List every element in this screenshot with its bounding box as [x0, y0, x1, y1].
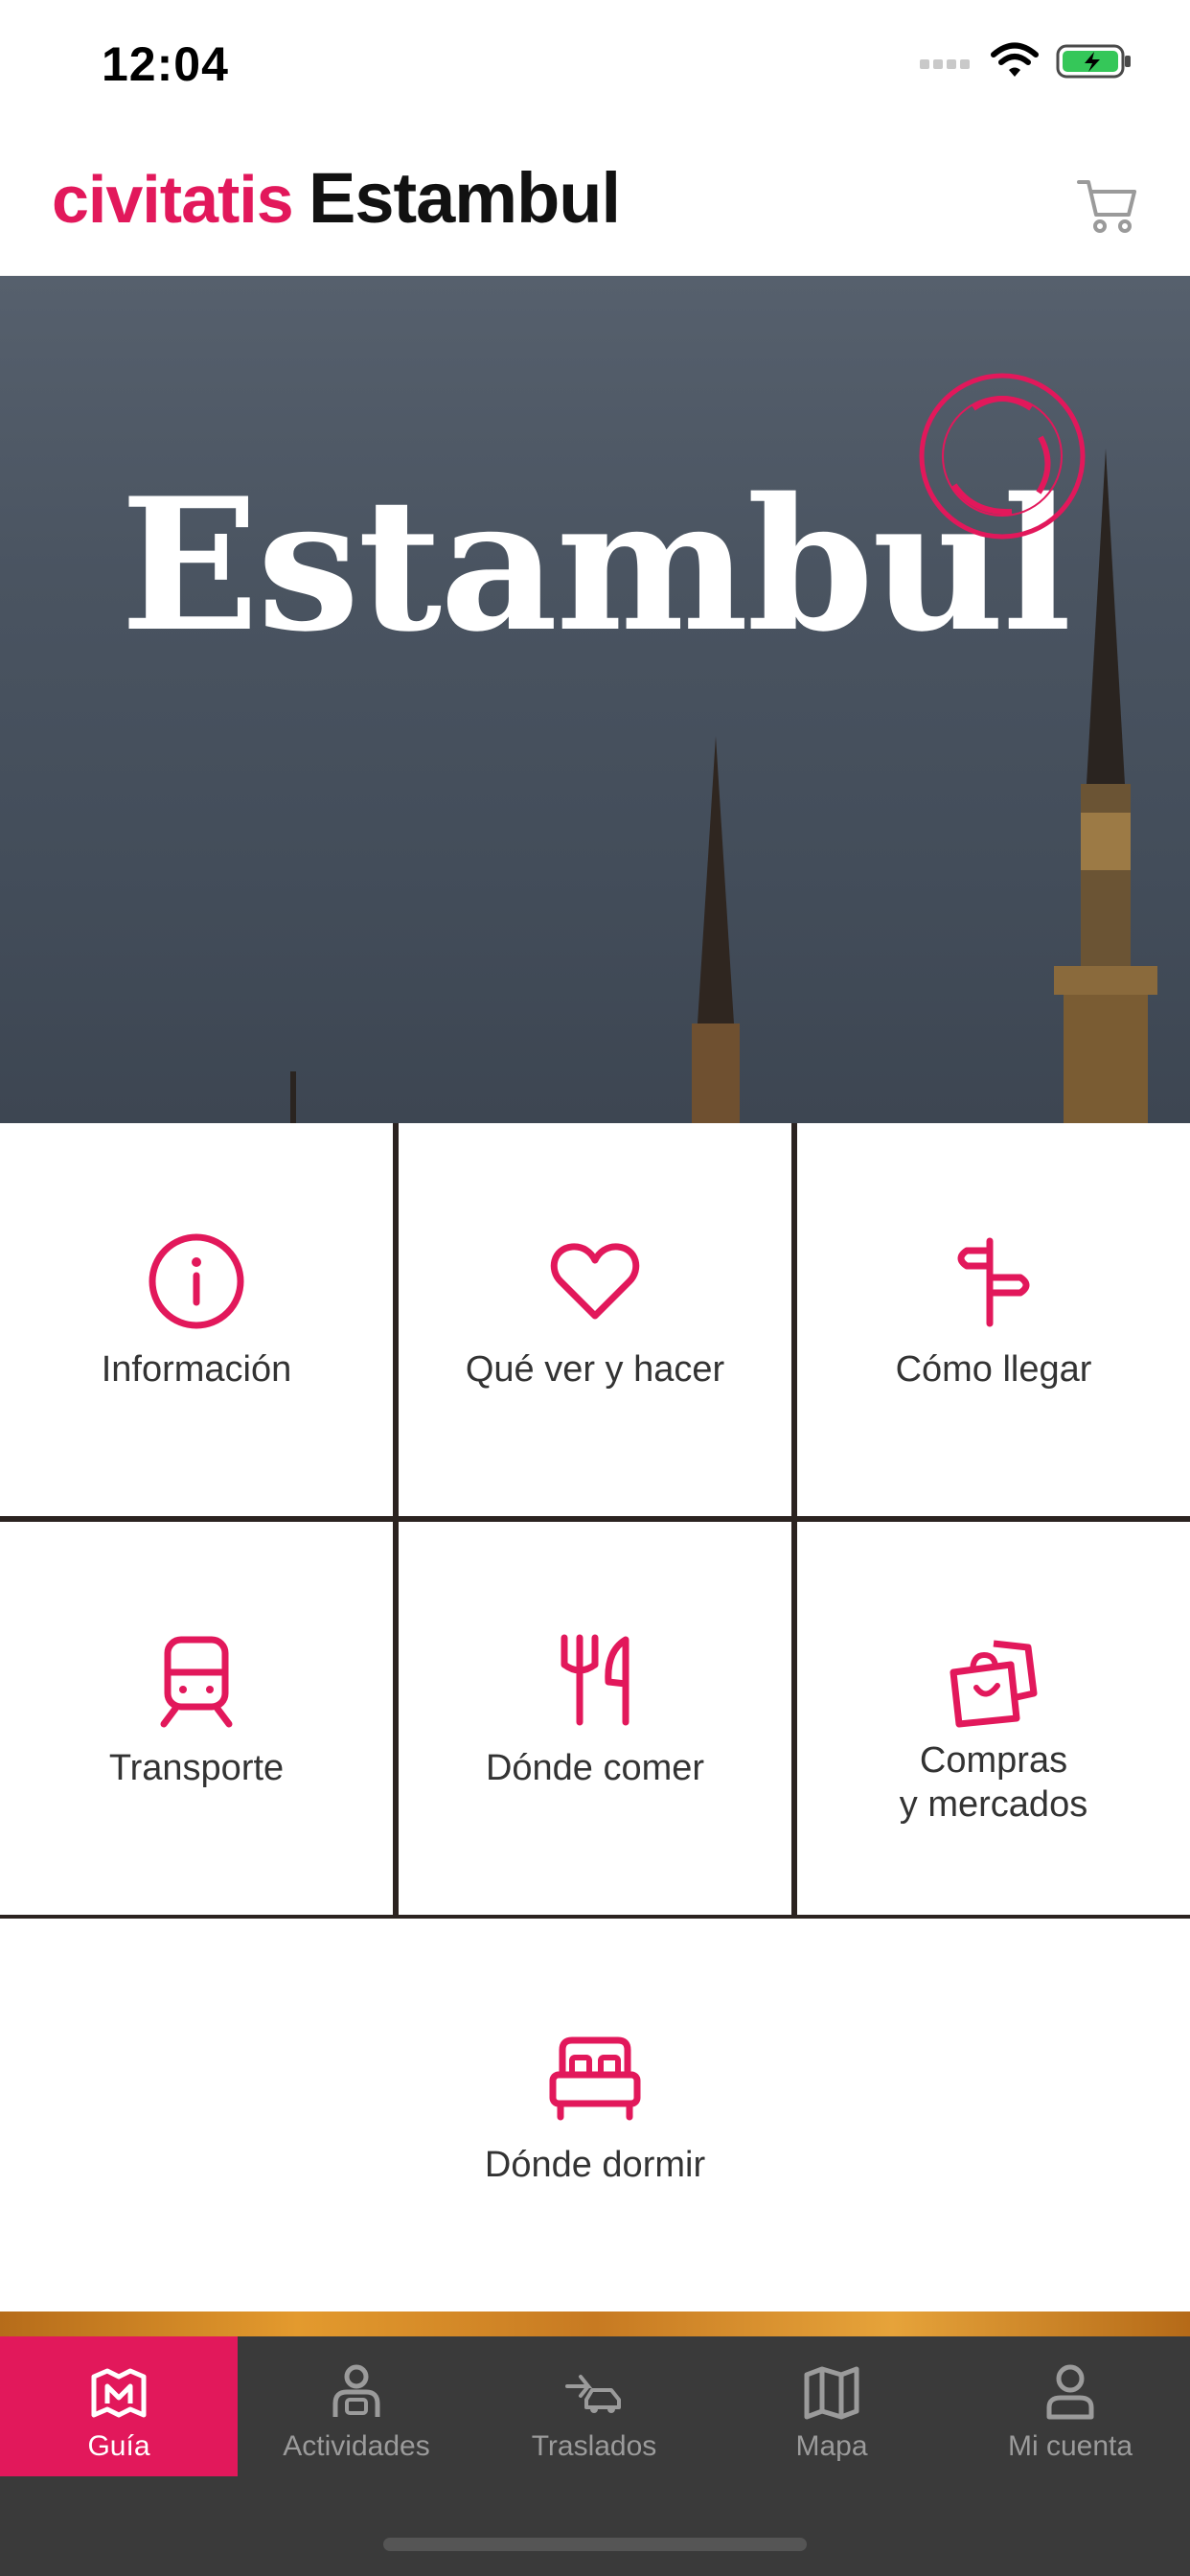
status-bar: 12:04	[0, 0, 1190, 134]
plane-car-icon	[565, 2375, 621, 2413]
status-icons	[920, 42, 1133, 80]
battery-icon	[1056, 44, 1131, 79]
signal-icon	[920, 59, 970, 69]
menu-label-compras: Compras y mercados	[900, 1738, 1087, 1827]
menu-tile-que-ver[interactable]: Qué ver y hacer	[399, 1123, 791, 1516]
menu-tile-donde-comer[interactable]: Dónde comer	[399, 1522, 791, 1915]
app-header: civitatis Estambul	[0, 134, 1190, 276]
status-time: 12:04	[102, 37, 229, 91]
menu-tile-compras[interactable]: Compras y mercados	[797, 1522, 1190, 1915]
tab-mapa-label: Mapa	[795, 2430, 868, 2462]
menu-label-que-ver: Qué ver y hacer	[465, 1349, 725, 1390]
tab-mi-cuenta-label: Mi cuenta	[1007, 2430, 1133, 2462]
menu-tile-donde-dormir[interactable]: Dónde dormir	[0, 1919, 1190, 2312]
cart-icon[interactable]	[1073, 171, 1142, 240]
civitatis-logo[interactable]: civitatis	[52, 161, 294, 238]
bed-icon	[542, 2024, 648, 2129]
person-camera-icon	[332, 2364, 380, 2417]
fork-knife-icon	[542, 1627, 648, 1733]
home-indicator[interactable]	[383, 2538, 807, 2551]
menu-label-donde-comer: Dónde comer	[485, 1748, 705, 1788]
tab-mi-cuenta[interactable]: Mi cuenta	[950, 2336, 1190, 2476]
menu-label-transporte: Transporte	[108, 1748, 285, 1788]
tab-traslados[interactable]: Traslados	[475, 2336, 713, 2476]
menu-label-como-llegar: Cómo llegar	[895, 1349, 1092, 1390]
menu-label-compras-line2: y mercados	[899, 1784, 1088, 1825]
guide-menu-grid: Información Qué ver y hacer Cómo llegar	[0, 1123, 1190, 2312]
menu-label-compras-line1: Compras	[919, 1740, 1068, 1781]
tab-traslados-label: Traslados	[531, 2430, 657, 2462]
menu-label-informacion: Información	[101, 1349, 292, 1390]
map-icon	[804, 2366, 859, 2420]
shopping-bags-icon	[941, 1627, 1046, 1733]
tab-actividades[interactable]: Actividades	[238, 2336, 475, 2476]
tab-actividades-label: Actividades	[283, 2430, 430, 2462]
signpost-icon	[941, 1229, 1046, 1334]
tab-guia[interactable]: Guía	[0, 2336, 238, 2476]
heart-icon	[542, 1229, 648, 1334]
bottom-tab-bar: Guía Actividades Traslados Mapa Mi cuent…	[0, 2336, 1190, 2576]
menu-label-donde-dormir: Dónde dormir	[484, 2145, 706, 2185]
page-title: Estambul	[309, 158, 621, 238]
info-icon	[144, 1229, 249, 1334]
decorative-strip	[0, 2312, 1190, 2336]
menu-tile-como-llegar[interactable]: Cómo llegar	[797, 1123, 1190, 1516]
tab-mapa[interactable]: Mapa	[713, 2336, 950, 2476]
train-icon	[144, 1627, 249, 1733]
wifi-icon	[991, 42, 1039, 77]
menu-tile-informacion[interactable]: Información	[0, 1123, 393, 1516]
user-icon	[1046, 2364, 1094, 2420]
top-destinos-badge	[919, 373, 1086, 540]
menu-tile-transporte[interactable]: Transporte	[0, 1522, 393, 1915]
guide-map-icon	[91, 2368, 147, 2418]
tab-guia-label: Guía	[87, 2430, 150, 2462]
hero-banner: Estambul	[0, 276, 1190, 1123]
